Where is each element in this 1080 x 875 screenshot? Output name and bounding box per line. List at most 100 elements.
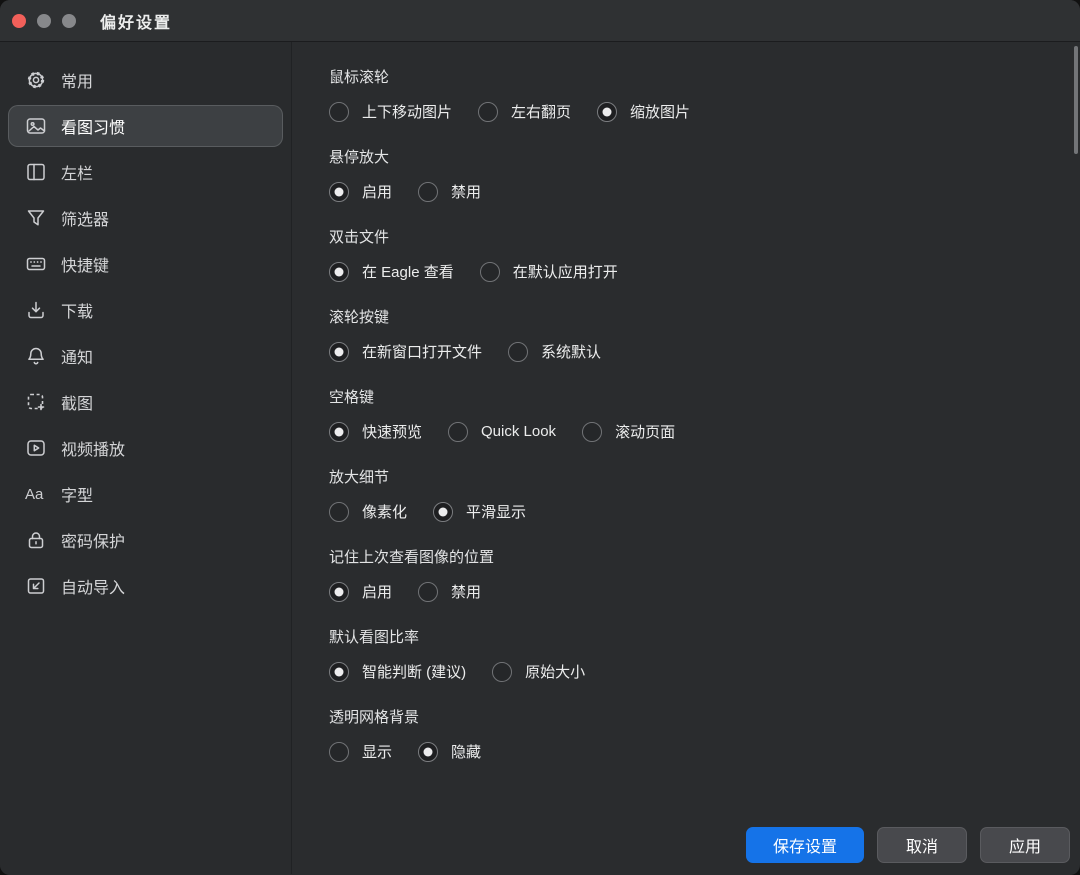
sidebar-item-label: 左栏 <box>61 160 93 184</box>
sidebar-item-4[interactable]: 筛选器 <box>8 197 283 239</box>
download-icon <box>23 297 49 323</box>
save-settings-button[interactable]: 保存设置 <box>746 827 864 863</box>
section-title: 滚轮按键 <box>329 306 1080 327</box>
settings-section: 默认看图比率 智能判断 (建议) 原始大小 <box>329 626 1080 682</box>
radio-icon[interactable] <box>329 662 349 682</box>
radio-option-label: 启用 <box>362 581 392 602</box>
left-panel-icon <box>23 159 49 185</box>
sidebar-item-6[interactable]: 下载 <box>8 289 283 331</box>
preferences-window: 偏好设置 常用 看图习惯 左栏 筛选器 快捷键 下载 通知 截图 视频播放 <box>0 0 1080 875</box>
radio-icon[interactable] <box>329 182 349 202</box>
settings-section: 透明网格背景 显示 隐藏 <box>329 706 1080 762</box>
apply-button[interactable]: 应用 <box>980 827 1070 863</box>
settings-section: 放大细节 像素化 平滑显示 <box>329 466 1080 522</box>
sidebar-item-8[interactable]: 截图 <box>8 381 283 423</box>
sidebar-item-7[interactable]: 通知 <box>8 335 283 377</box>
radio-option[interactable]: 系统默认 <box>508 341 601 362</box>
radio-icon[interactable] <box>508 342 528 362</box>
radio-option-label: 智能判断 (建议) <box>362 661 466 682</box>
radio-icon[interactable] <box>329 342 349 362</box>
section-title: 透明网格背景 <box>329 706 1080 727</box>
radio-icon[interactable] <box>329 422 349 442</box>
bell-icon <box>23 343 49 369</box>
radio-option[interactable]: 启用 <box>329 581 392 602</box>
radio-option-label: Quick Look <box>481 423 556 440</box>
radio-option[interactable]: 禁用 <box>418 581 481 602</box>
radio-icon[interactable] <box>492 662 512 682</box>
titlebar: 偏好设置 <box>0 0 1080 42</box>
radio-option[interactable]: 平滑显示 <box>433 501 526 522</box>
radio-option-label: 系统默认 <box>541 341 601 362</box>
sidebar-item-9[interactable]: 视频播放 <box>8 427 283 469</box>
radio-option[interactable]: 滚动页面 <box>582 421 675 442</box>
radio-option[interactable]: 像素化 <box>329 501 407 522</box>
radio-option[interactable]: 缩放图片 <box>597 101 690 122</box>
radio-icon[interactable] <box>329 742 349 762</box>
radio-option[interactable]: 禁用 <box>418 181 481 202</box>
radio-group: 显示 隐藏 <box>329 741 1080 762</box>
cancel-button[interactable]: 取消 <box>877 827 967 863</box>
radio-group: 快速预览 Quick Look 滚动页面 <box>329 421 1080 442</box>
scrollbar-thumb[interactable] <box>1074 46 1078 154</box>
radio-option-label: 启用 <box>362 181 392 202</box>
radio-group: 上下移动图片 左右翻页 缩放图片 <box>329 101 1080 122</box>
radio-icon[interactable] <box>418 742 438 762</box>
radio-icon[interactable] <box>418 182 438 202</box>
section-title: 悬停放大 <box>329 146 1080 167</box>
maximize-window-button[interactable] <box>62 14 76 28</box>
radio-option[interactable]: 智能判断 (建议) <box>329 661 466 682</box>
settings-section: 空格键 快速预览 Quick Look 滚动页面 <box>329 386 1080 442</box>
radio-icon[interactable] <box>329 502 349 522</box>
sidebar-item-label: 筛选器 <box>61 206 109 230</box>
radio-option-label: 原始大小 <box>525 661 585 682</box>
radio-option[interactable]: Quick Look <box>448 422 556 442</box>
radio-icon[interactable] <box>582 422 602 442</box>
radio-icon[interactable] <box>480 262 500 282</box>
radio-icon[interactable] <box>329 582 349 602</box>
radio-icon[interactable] <box>329 262 349 282</box>
radio-icon[interactable] <box>418 582 438 602</box>
radio-option[interactable]: 在新窗口打开文件 <box>329 341 482 362</box>
settings-section: 鼠标滚轮 上下移动图片 左右翻页 缩放图片 <box>329 66 1080 122</box>
radio-option[interactable]: 左右翻页 <box>478 101 571 122</box>
radio-option[interactable]: 上下移动图片 <box>329 101 452 122</box>
radio-option[interactable]: 启用 <box>329 181 392 202</box>
radio-group: 在 Eagle 查看 在默认应用打开 <box>329 261 1080 282</box>
window-title: 偏好设置 <box>100 0 172 42</box>
settings-section: 悬停放大 启用 禁用 <box>329 146 1080 202</box>
image-icon <box>23 113 49 139</box>
footer-buttons: 保存设置 取消 应用 <box>746 827 1070 863</box>
radio-icon[interactable] <box>329 102 349 122</box>
sidebar-item-5[interactable]: 快捷键 <box>8 243 283 285</box>
sidebar-item-2[interactable]: 看图习惯 <box>8 105 283 147</box>
radio-group: 在新窗口打开文件 系统默认 <box>329 341 1080 362</box>
radio-option[interactable]: 原始大小 <box>492 661 585 682</box>
radio-icon[interactable] <box>597 102 617 122</box>
sidebar-item-12[interactable]: 自动导入 <box>8 565 283 607</box>
gear-icon <box>23 67 49 93</box>
radio-option[interactable]: 在 Eagle 查看 <box>329 261 454 282</box>
radio-option-label: 快速预览 <box>362 421 422 442</box>
sidebar-item-3[interactable]: 左栏 <box>8 151 283 193</box>
radio-option[interactable]: 隐藏 <box>418 741 481 762</box>
close-window-button[interactable] <box>12 14 26 28</box>
radio-option[interactable]: 快速预览 <box>329 421 422 442</box>
radio-option[interactable]: 在默认应用打开 <box>480 261 618 282</box>
sidebar-item-label: 通知 <box>61 344 93 368</box>
svg-text:Aa: Aa <box>25 486 44 503</box>
sidebar-item-label: 密码保护 <box>61 528 125 552</box>
radio-icon[interactable] <box>448 422 468 442</box>
radio-icon[interactable] <box>478 102 498 122</box>
radio-option-label: 禁用 <box>451 181 481 202</box>
radio-option[interactable]: 显示 <box>329 741 392 762</box>
sidebar-item-1[interactable]: 常用 <box>8 59 283 101</box>
radio-group: 像素化 平滑显示 <box>329 501 1080 522</box>
radio-group: 智能判断 (建议) 原始大小 <box>329 661 1080 682</box>
settings-section: 记住上次查看图像的位置 启用 禁用 <box>329 546 1080 602</box>
radio-option-label: 缩放图片 <box>630 101 690 122</box>
minimize-window-button[interactable] <box>37 14 51 28</box>
auto-import-icon <box>23 573 49 599</box>
sidebar-item-10[interactable]: Aa 字型 <box>8 473 283 515</box>
radio-icon[interactable] <box>433 502 453 522</box>
sidebar-item-11[interactable]: 密码保护 <box>8 519 283 561</box>
